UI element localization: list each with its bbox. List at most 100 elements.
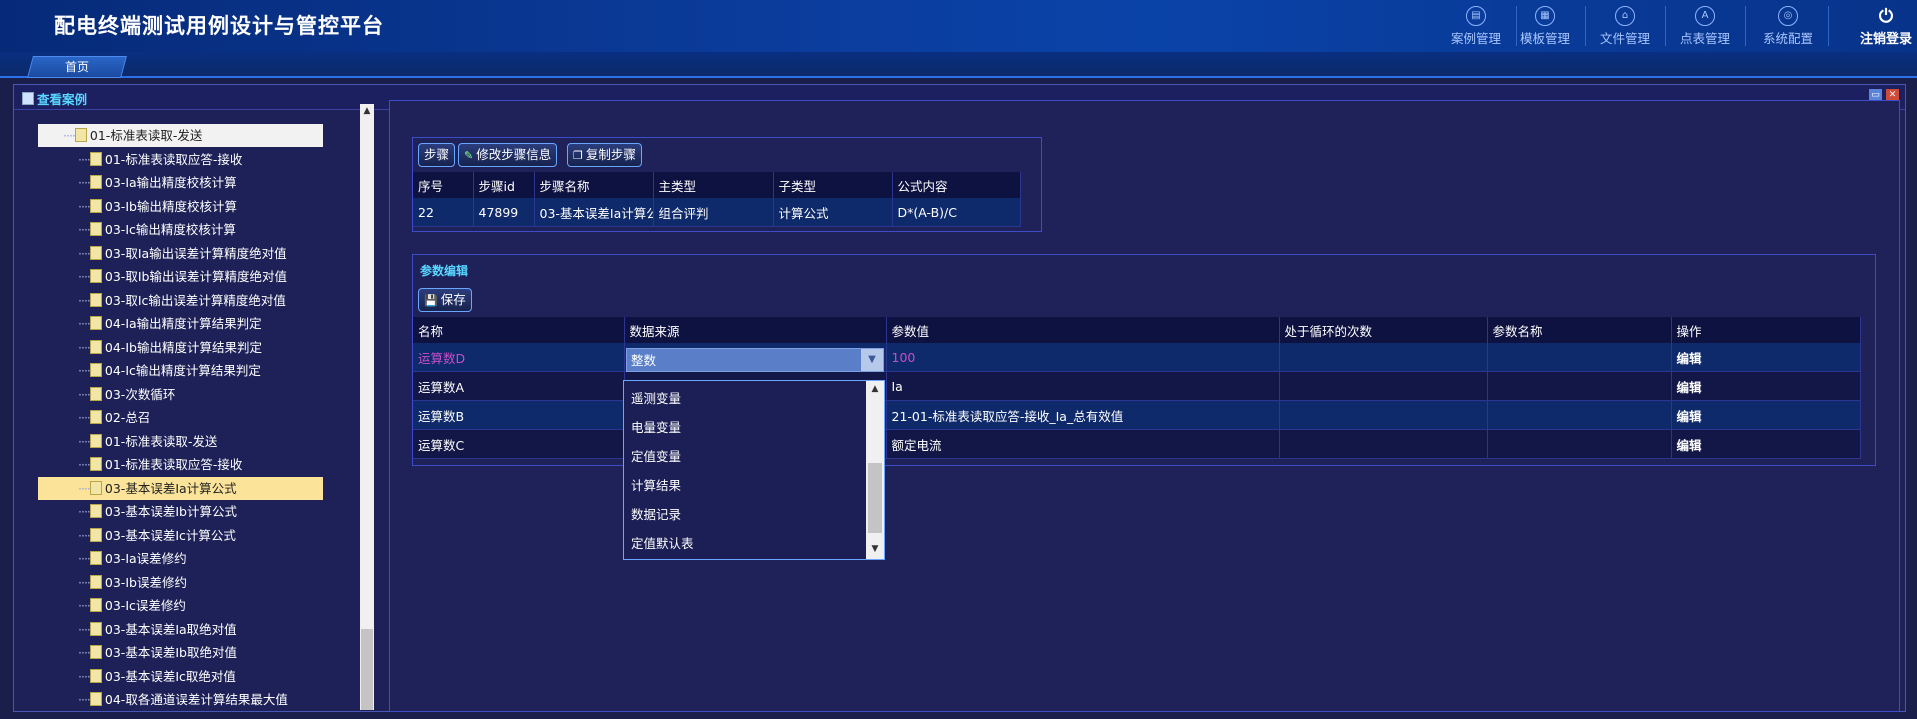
document-icon <box>89 457 102 471</box>
tree-item[interactable]: ···· 03-Ib误差修约 <box>38 571 323 594</box>
edit-link[interactable]: 编辑 <box>1671 371 1861 401</box>
template-icon: ▦ <box>1535 6 1555 26</box>
dropdown-option[interactable]: 计算结果 <box>631 476 681 496</box>
tree-connector: ···· <box>78 198 91 214</box>
steps-box: 步骤 ✎ 修改步骤信息 ❐ 复制步骤 序号 步骤id 步骤名称 主类型 子类型 公式… <box>412 137 1042 232</box>
edit-link[interactable]: 编辑 <box>1671 429 1861 459</box>
tree-item[interactable]: ···· 03-Ic误差修约 <box>38 594 323 617</box>
nav-template-management[interactable]: ▦ 模板管理 <box>1505 6 1586 46</box>
params-header-row: 名称 数据来源 参数值 处于循环的次数 参数名称 操作 <box>413 317 1861 343</box>
tree-scrollbar[interactable]: ▲ <box>360 104 374 710</box>
dropdown-option[interactable]: 遥测变量 <box>631 389 681 409</box>
dropdown-scrollbar[interactable]: ▲ ▼ <box>866 381 884 559</box>
edit-step-info-button[interactable]: ✎ 修改步骤信息 <box>458 143 558 167</box>
tree-item[interactable]: ···· 04-Ia输出精度计算结果判定 <box>38 312 323 335</box>
tree-connector: ···· <box>78 386 91 402</box>
document-icon <box>89 527 102 542</box>
table-row[interactable]: 22 47899 03-基本误差Ia计算公式 组合评判 计算公式 D*(A-B)… <box>413 198 1021 227</box>
tree-item[interactable]: ···· 03-Ic输出精度校核计算 <box>38 218 323 241</box>
tree-item-label: 03-取Ib输出误差计算精度绝对值 <box>104 269 287 284</box>
tree-item[interactable]: ···· 01-标准表读取-发送 <box>38 430 323 453</box>
document-icon <box>89 151 102 166</box>
table-cell: 运算数A <box>413 371 625 401</box>
tree-item-label: 01-标准表读取应答-接收 <box>104 151 243 167</box>
tree-connector: ···· <box>78 551 91 566</box>
document-icon <box>89 245 102 260</box>
save-icon: 💾 <box>424 294 438 307</box>
col-header: 主类型 <box>653 172 774 198</box>
tree-item[interactable]: ···· 03-基本误差Ic取绝对值 <box>38 665 323 688</box>
nav-point-table-management[interactable]: A 点表管理 <box>1665 6 1746 46</box>
table-cell: 计算公式 <box>773 198 893 227</box>
step-button[interactable]: 步骤 <box>418 143 456 167</box>
tab-home[interactable]: 首页 <box>27 56 127 78</box>
power-icon: ⏻ <box>1878 6 1894 27</box>
scroll-up-icon[interactable]: ▲ <box>360 104 374 118</box>
table-cell: Ia <box>886 371 1280 401</box>
tree-item-label: 03-基本误差Ib计算公式 <box>104 504 237 519</box>
save-button[interactable]: 💾 保存 <box>418 288 472 312</box>
tree-item[interactable]: ···· 03-基本误差Ia取绝对值 <box>38 618 323 641</box>
document-icon <box>89 551 102 565</box>
tree-connector: ···· <box>78 316 91 331</box>
tree-item[interactable]: ···· 03-Ib输出精度校核计算 <box>38 195 323 218</box>
col-header: 步骤id <box>473 172 535 198</box>
tree-item-label: 03-基本误差Ib取绝对值 <box>104 645 237 660</box>
dropdown-option[interactable]: 数据记录 <box>631 505 681 525</box>
tree-item[interactable]: ···· 03-基本误差Ia计算公式 <box>38 476 323 500</box>
table-cell <box>1279 371 1488 401</box>
document-icon <box>89 292 102 307</box>
edit-link[interactable]: 编辑 <box>1671 400 1861 430</box>
tree-item[interactable]: ···· 03-Ia误差修约 <box>38 547 323 570</box>
tree-item[interactable]: ···· 03-次数循环 <box>38 383 323 406</box>
dropdown-option[interactable]: 定值默认表 <box>631 534 694 554</box>
table-cell: 额定电流 <box>886 429 1280 459</box>
scroll-thumb[interactable] <box>868 463 882 533</box>
data-source-select[interactable]: 整数 ▼ <box>626 348 884 372</box>
tree-item[interactable]: ···· 03-基本误差Ib计算公式 <box>38 500 323 523</box>
table-cell: 03-基本误差Ia计算公式 <box>534 198 654 227</box>
tree-connector: ···· <box>63 128 76 143</box>
tree-item[interactable]: ···· 03-取Ic输出误差计算精度绝对值 <box>38 289 323 312</box>
tree-item[interactable]: ···· 03-基本误差Ic计算公式 <box>38 524 323 547</box>
col-header: 名称 <box>413 317 625 343</box>
tree-connector: ···· <box>78 598 91 613</box>
tree-item[interactable]: ···· 02-总召 <box>38 406 323 429</box>
tree-item[interactable]: ···· 03-取Ia输出误差计算精度绝对值 <box>38 242 323 265</box>
tree-item[interactable]: ···· 01-标准表读取应答-接收 <box>38 148 323 171</box>
tree-connector: ···· <box>78 527 91 543</box>
tree-item[interactable]: ···· 03-取Ib输出误差计算精度绝对值 <box>38 265 323 288</box>
document-icon <box>89 480 102 495</box>
nav-file-management[interactable]: ⌂ 文件管理 <box>1585 6 1666 46</box>
tree-item-label: 03-Ic误差修约 <box>104 598 186 613</box>
tree-connector: ···· <box>78 645 91 660</box>
scroll-down-icon[interactable]: ▼ <box>866 541 884 557</box>
tree-item-label: 04-Ia输出精度计算结果判定 <box>104 316 262 331</box>
scroll-thumb[interactable] <box>361 629 373 710</box>
edit-link[interactable]: 编辑 <box>1671 343 1861 372</box>
case-icon: ▤ <box>1466 6 1486 26</box>
tree-item[interactable]: ···· 04-Ib输出精度计算结果判定 <box>38 336 323 359</box>
copy-step-label: 复制步骤 <box>585 147 636 162</box>
col-header: 操作 <box>1671 317 1861 343</box>
tree-item[interactable]: ···· 03-基本误差Ib取绝对值 <box>38 641 323 664</box>
document-icon <box>89 316 102 330</box>
scroll-up-icon[interactable]: ▲ <box>866 381 884 397</box>
copy-step-button[interactable]: ❐ 复制步骤 <box>567 143 642 167</box>
col-header: 参数值 <box>886 317 1280 343</box>
dropdown-option[interactable]: 定值变量 <box>631 447 681 467</box>
tree-item[interactable]: ···· 04-取各通道误差计算结果最大值 <box>38 688 323 711</box>
dropdown-option[interactable]: 电量变量 <box>631 418 681 438</box>
app-header: 配电终端测试用例设计与管控平台 ▤ 案例管理 ▦ 模板管理 ⌂ 文件管理 A 点… <box>0 0 1917 53</box>
tree-item[interactable]: ···· 03-Ia输出精度校核计算 <box>38 171 323 194</box>
logout-button[interactable]: ⏻ 注销登录 <box>1854 6 1917 47</box>
save-button-label: 保存 <box>440 292 466 307</box>
tree-item[interactable]: ···· 04-Ic输出精度计算结果判定 <box>38 359 323 382</box>
tree-item[interactable]: ···· 01-标准表读取应答-接收 <box>38 453 323 476</box>
nav-system-config[interactable]: ◎ 系统配置 <box>1748 6 1829 46</box>
tree-item-label: 03-Ia输出精度校核计算 <box>104 175 237 190</box>
tree-item[interactable]: ···· 01-标准表读取-发送 <box>38 124 323 147</box>
tree-connector: ···· <box>78 175 91 190</box>
tree-connector: ···· <box>78 457 91 472</box>
chevron-down-icon[interactable]: ▼ <box>861 349 883 371</box>
